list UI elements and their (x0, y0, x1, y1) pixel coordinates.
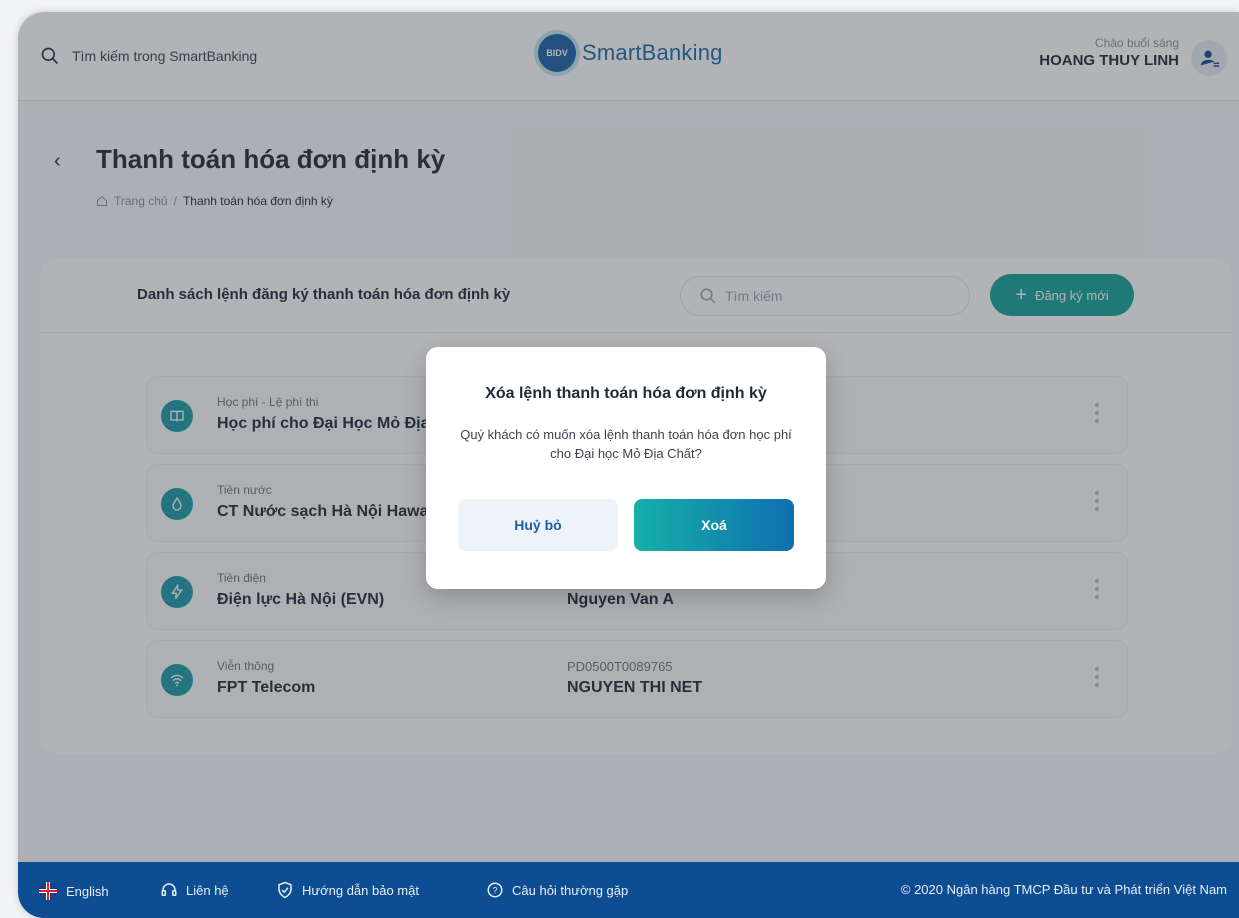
dialog-title: Xóa lệnh thanh toán hóa đơn định kỳ (485, 385, 767, 402)
book-icon (161, 400, 193, 432)
question-icon: ? (487, 882, 503, 898)
home-icon (97, 195, 107, 206)
account-holder: Nguyen Van A (567, 591, 674, 608)
breadcrumb-separator: / (173, 194, 177, 208)
more-options-icon[interactable] (1095, 491, 1101, 515)
breadcrumb-home[interactable]: Trang chủ (114, 194, 168, 208)
more-options-icon[interactable] (1095, 667, 1101, 691)
back-arrow-icon[interactable]: ‹ (54, 150, 61, 173)
greeting-text: Chào buổi sáng (1094, 36, 1179, 50)
bill-name: FPT Telecom (217, 679, 316, 696)
card-header: Danh sách lệnh đăng ký thanh toán hóa đơ… (40, 258, 1232, 333)
global-search[interactable]: Tìm kiếm trong SmartBanking (40, 46, 257, 66)
list-title: Danh sách lệnh đăng ký thanh toán hóa đơ… (137, 286, 511, 303)
page-title: Thanh toán hóa đơn định kỳ (96, 144, 446, 174)
customer-code: PD0500T0089765 (567, 659, 673, 674)
user-avatar-button[interactable] (1191, 40, 1227, 76)
register-new-button[interactable]: + Đăng ký mới (990, 274, 1134, 316)
bill-category: Tiền nước (217, 483, 272, 497)
bill-category: Viễn thông (217, 659, 275, 673)
contact-label: Liên hệ (186, 882, 229, 898)
brand-name: SmartBanking (582, 40, 723, 65)
top-header: Tìm kiếm trong SmartBanking BIDV SmartBa… (18, 12, 1239, 101)
list-search-placeholder: Tìm kiếm (725, 288, 783, 304)
copyright: © 2020 Ngân hàng TMCP Đầu tư và Phát tri… (900, 882, 1227, 897)
list-search-input[interactable]: Tìm kiếm (680, 276, 970, 316)
bill-name: Điện lực Hà Nội (EVN) (217, 591, 385, 608)
user-greeting: Chào buổi sáng HOANG THUY LINH (1039, 36, 1179, 69)
global-search-placeholder: Tìm kiếm trong SmartBanking (72, 48, 258, 64)
breadcrumb-current: Thanh toán hóa đơn định kỳ (182, 194, 333, 208)
search-icon (41, 47, 59, 65)
cancel-button[interactable]: Huỷ bỏ (458, 499, 618, 551)
breadcrumb: Trang chủ / Thanh toán hóa đơn định kỳ (96, 194, 333, 208)
dialog-message: Quý khách có muốn xóa lệnh thanh toán hó… (460, 427, 792, 461)
footer: English Liên hệ Hướng dẫn bảo mật ? Câu … (18, 862, 1239, 918)
uk-flag-icon (39, 882, 57, 900)
water-drop-icon (161, 488, 193, 520)
app-window: Tìm kiếm trong SmartBanking BIDV SmartBa… (18, 12, 1239, 918)
bill-category: Tiền điện (217, 571, 266, 585)
register-new-label: Đăng ký mới (1035, 287, 1109, 303)
bill-category: Học phí - Lệ phí thi (217, 395, 319, 409)
lightning-icon (161, 576, 193, 608)
shield-icon (278, 881, 292, 899)
more-options-icon[interactable] (1095, 579, 1101, 603)
footer-security-link[interactable]: Hướng dẫn bảo mật (276, 881, 419, 899)
delete-confirm-dialog: Xóa lệnh thanh toán hóa đơn định kỳ Quý … (426, 347, 826, 589)
user-icon (1200, 50, 1220, 67)
account-holder: NGUYEN THI NET (567, 679, 703, 696)
faq-label: Câu hỏi thường gặp (512, 882, 629, 898)
headset-icon (161, 883, 177, 896)
bill-name: CT Nước sạch Hà Nội Hawacom (217, 503, 462, 520)
user-name: HOANG THUY LINH (1039, 52, 1179, 69)
footer-faq-link[interactable]: ? Câu hỏi thường gặp (486, 881, 628, 899)
language-switch[interactable]: English (38, 881, 109, 901)
language-label: English (66, 883, 109, 899)
plus-icon: + (1015, 284, 1028, 306)
footer-contact-link[interactable]: Liên hệ (160, 881, 229, 899)
more-options-icon[interactable] (1095, 403, 1101, 427)
svg-text:?: ? (492, 885, 497, 895)
wifi-icon (161, 664, 193, 696)
search-icon (700, 288, 716, 304)
list-item[interactable]: Viễn thông FPT Telecom PD0500T0089765 NG… (146, 640, 1128, 718)
delete-button[interactable]: Xoá (634, 499, 794, 551)
brand-logo[interactable]: BIDV SmartBanking (538, 34, 723, 72)
bidv-logo-icon: BIDV (538, 34, 576, 72)
security-label: Hướng dẫn bảo mật (302, 882, 419, 898)
